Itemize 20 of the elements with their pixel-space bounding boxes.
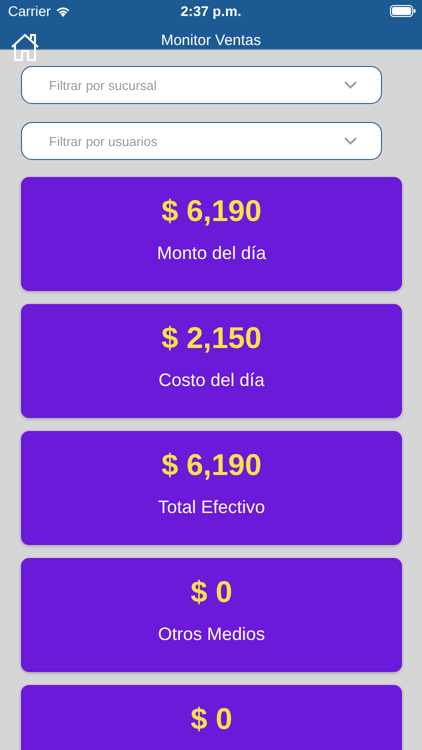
chevron-down-icon (344, 81, 357, 89)
home-icon (10, 32, 40, 62)
amount-value: $ 6,190 (161, 195, 262, 229)
amount-label: Costo del día (158, 370, 265, 391)
filter-dropdown[interactable]: Filtrar por sucursal (21, 66, 382, 104)
amount-value: $ 0 (190, 576, 232, 610)
wifi-icon (54, 5, 71, 17)
battery-icon (390, 5, 416, 17)
home-button[interactable] (10, 32, 40, 62)
amount-value: $ 6,190 (161, 449, 262, 483)
filter-dropdown[interactable]: Filtrar por usuarios (21, 122, 382, 160)
carrier-name: Carrier (8, 3, 51, 19)
amount-value: $ 2,150 (161, 322, 262, 356)
screen-title: Monitor Ventas (160, 32, 262, 49)
amount-label: Otros Medios (158, 624, 266, 645)
amount-label: Monto del día (156, 243, 266, 264)
chevron-down-icon (344, 137, 357, 145)
amount-value: $ 0 (190, 703, 232, 737)
status-time: 2:37 p.m. (180, 3, 242, 19)
amount-label: Total Efectivo (158, 497, 266, 518)
